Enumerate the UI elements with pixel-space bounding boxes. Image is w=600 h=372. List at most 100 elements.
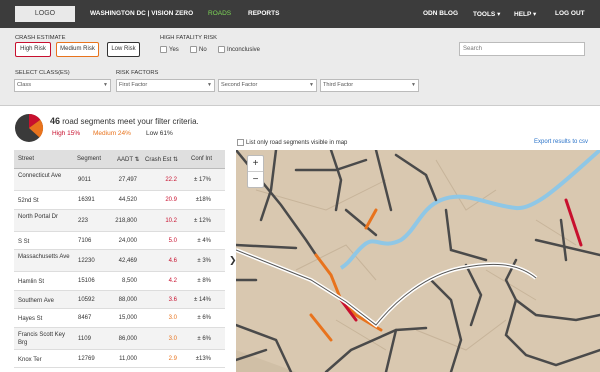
second-factor-select[interactable]: Second Factor ▼ xyxy=(218,79,317,92)
checkbox-icon[interactable] xyxy=(218,46,225,53)
cell-segment: 15106 xyxy=(78,278,95,284)
fatality-no-checkbox[interactable]: No xyxy=(190,46,207,53)
logo[interactable]: LOGO xyxy=(15,6,75,22)
list-only-visible-checkbox[interactable]: List only road segments visible in map xyxy=(237,139,347,146)
chevron-down-icon: ▼ xyxy=(309,82,314,88)
table-row[interactable]: Hamlin St 15106 8,500 4.2 ± 8% xyxy=(14,272,225,291)
cell-crash-est: 4.2 xyxy=(168,278,177,284)
table-row[interactable]: S St 7106 24,000 5.0 ± 4% xyxy=(14,232,225,250)
table-row[interactable]: Knox Ter 12769 11,000 2.9 ±13% xyxy=(14,350,225,368)
map-major-roads xyxy=(236,150,600,372)
fatality-no-label: No xyxy=(199,47,207,54)
cell-conf-int: ± 14% xyxy=(194,296,211,303)
header-street[interactable]: Street xyxy=(18,156,34,162)
nav-logout[interactable]: LOG OUT xyxy=(555,10,585,17)
cell-aadt: 86,000 xyxy=(118,335,137,342)
cell-segment: 10592 xyxy=(78,296,95,303)
cell-segment: 223 xyxy=(78,217,89,224)
table-row[interactable]: Connecticut Ave 9011 27,497 22.2 ± 17% xyxy=(14,169,225,191)
high-risk-button[interactable]: High Risk xyxy=(15,42,51,57)
cell-crash-est: 5.0 xyxy=(168,237,177,244)
header-aadt[interactable]: AADT ⇅ xyxy=(117,156,140,163)
fatality-yes-label: Yes xyxy=(169,47,179,54)
cell-street: Francis Scott Key Brg xyxy=(18,331,66,346)
cell-crash-est: 3.6 xyxy=(168,296,177,303)
risk-factors-label: RISK FACTORS xyxy=(116,70,159,76)
summary-text: 46 road segments meet your filter criter… xyxy=(50,116,199,126)
search-input[interactable]: Search xyxy=(459,42,585,56)
table-body: Connecticut Ave 9011 27,497 22.2 ± 17% 52nd S… xyxy=(14,169,225,368)
cell-crash-est: 22.2 xyxy=(165,177,177,183)
table-row[interactable]: Southern Ave 10592 88,000 3.6 ± 14% xyxy=(14,290,225,309)
checkbox-icon[interactable] xyxy=(160,46,167,53)
cell-aadt: 218,800 xyxy=(115,217,137,224)
crash-estimate-label: CRASH ESTIMATE xyxy=(15,35,66,41)
map-highway-center xyxy=(236,249,537,326)
cell-street: Hayes St xyxy=(18,316,43,322)
cell-conf-int: ± 6% xyxy=(197,315,211,321)
table-header: Street Segment AADT ⇅ Crash Est ⇅ Conf I… xyxy=(14,150,225,169)
table-row[interactable]: Hayes St 8467 15,000 3.0 ± 6% xyxy=(14,309,225,328)
class-select-value: Class xyxy=(17,82,31,88)
cell-segment: 7106 xyxy=(78,237,92,244)
cell-aadt: 24,000 xyxy=(118,237,137,244)
chevron-down-icon: ▼ xyxy=(103,82,108,88)
cell-crash-est: 2.9 xyxy=(168,355,177,362)
cell-conf-int: ± 17% xyxy=(194,177,211,183)
zoom-in-button[interactable]: + xyxy=(248,156,263,172)
nav-odn-blog[interactable]: ODN BLOG xyxy=(423,10,458,17)
low-risk-button[interactable]: Low Risk xyxy=(107,42,140,57)
nav-help[interactable]: HELP ▾ xyxy=(514,10,536,18)
zoom-out-button[interactable]: − xyxy=(248,172,263,188)
summary-message: road segments meet your filter criteria. xyxy=(60,117,199,126)
nav-roads[interactable]: ROADS xyxy=(208,10,231,17)
cell-segment: 8467 xyxy=(78,315,92,321)
list-only-label: List only road segments visible in map xyxy=(246,140,348,147)
select-class-label: SELECT CLASS(ES) xyxy=(15,70,70,76)
table-row[interactable]: Massachusetts Ave 12230 42,469 4.6 ± 3% xyxy=(14,250,225,272)
top-navigation-bar: LOGO WASHINGTON DC | VISION ZERO ROADS R… xyxy=(0,0,600,28)
checkbox-icon[interactable] xyxy=(190,46,197,53)
cell-street: Southern Ave xyxy=(18,297,54,304)
table-row[interactable]: Francis Scott Key Brg 1109 86,000 3.0 ± 6% xyxy=(14,327,225,350)
map-high-risk-roads xyxy=(339,198,583,322)
cell-crash-est: 4.6 xyxy=(168,258,177,264)
nav-reports[interactable]: REPORTS xyxy=(248,10,279,17)
road-segments-table: Street Segment AADT ⇅ Crash Est ⇅ Conf I… xyxy=(14,150,225,368)
map-canvas[interactable] xyxy=(236,150,600,372)
header-segment[interactable]: Segment xyxy=(77,156,101,162)
map-view[interactable] xyxy=(236,150,600,372)
map-zoom-control: + − xyxy=(247,155,264,188)
first-factor-value: First Factor xyxy=(119,82,148,88)
table-row[interactable]: North Portal Dr 223 218,800 10.2 ± 12% xyxy=(14,209,225,232)
class-select[interactable]: Class ▼ xyxy=(14,79,111,92)
cell-conf-int: ± 3% xyxy=(197,258,211,264)
export-csv-link[interactable]: Export results to csv xyxy=(534,139,588,145)
fatality-yes-checkbox[interactable]: Yes xyxy=(160,46,179,53)
medium-risk-button[interactable]: Medium Risk xyxy=(56,42,99,57)
cell-street: Connecticut Ave xyxy=(18,173,62,179)
high-fatality-risk-label: HIGH FATALITY RISK xyxy=(160,35,218,41)
legend-high: High 15% xyxy=(52,130,81,137)
cell-segment: 16391 xyxy=(78,197,95,203)
cell-aadt: 44,520 xyxy=(118,197,137,203)
cell-aadt: 27,497 xyxy=(118,177,137,183)
second-factor-value: Second Factor xyxy=(221,82,258,88)
fatality-inconclusive-label: Inconclusive xyxy=(227,47,261,54)
legend-low: Low 61% xyxy=(146,130,173,137)
third-factor-select[interactable]: Third Factor ▼ xyxy=(320,79,419,92)
cell-conf-int: ± 6% xyxy=(197,335,211,342)
cell-aadt: 11,000 xyxy=(119,355,137,362)
cell-aadt: 15,000 xyxy=(118,315,137,321)
cell-aadt: 42,469 xyxy=(118,258,137,264)
chevron-down-icon: ▼ xyxy=(207,82,212,88)
nav-tools[interactable]: TOOLS ▾ xyxy=(473,10,500,18)
header-crash-est[interactable]: Crash Est ⇅ xyxy=(145,156,178,163)
checkbox-icon[interactable] xyxy=(237,139,244,146)
first-factor-select[interactable]: First Factor ▼ xyxy=(116,79,215,92)
table-row[interactable]: 52nd St 16391 44,520 20.9 ±18% xyxy=(14,191,225,210)
fatality-inconclusive-checkbox[interactable]: Inconclusive xyxy=(218,46,260,53)
cell-street: Massachusetts Ave xyxy=(18,254,70,260)
header-conf-int[interactable]: Conf Int xyxy=(191,156,212,162)
cell-conf-int: ±18% xyxy=(195,197,211,203)
